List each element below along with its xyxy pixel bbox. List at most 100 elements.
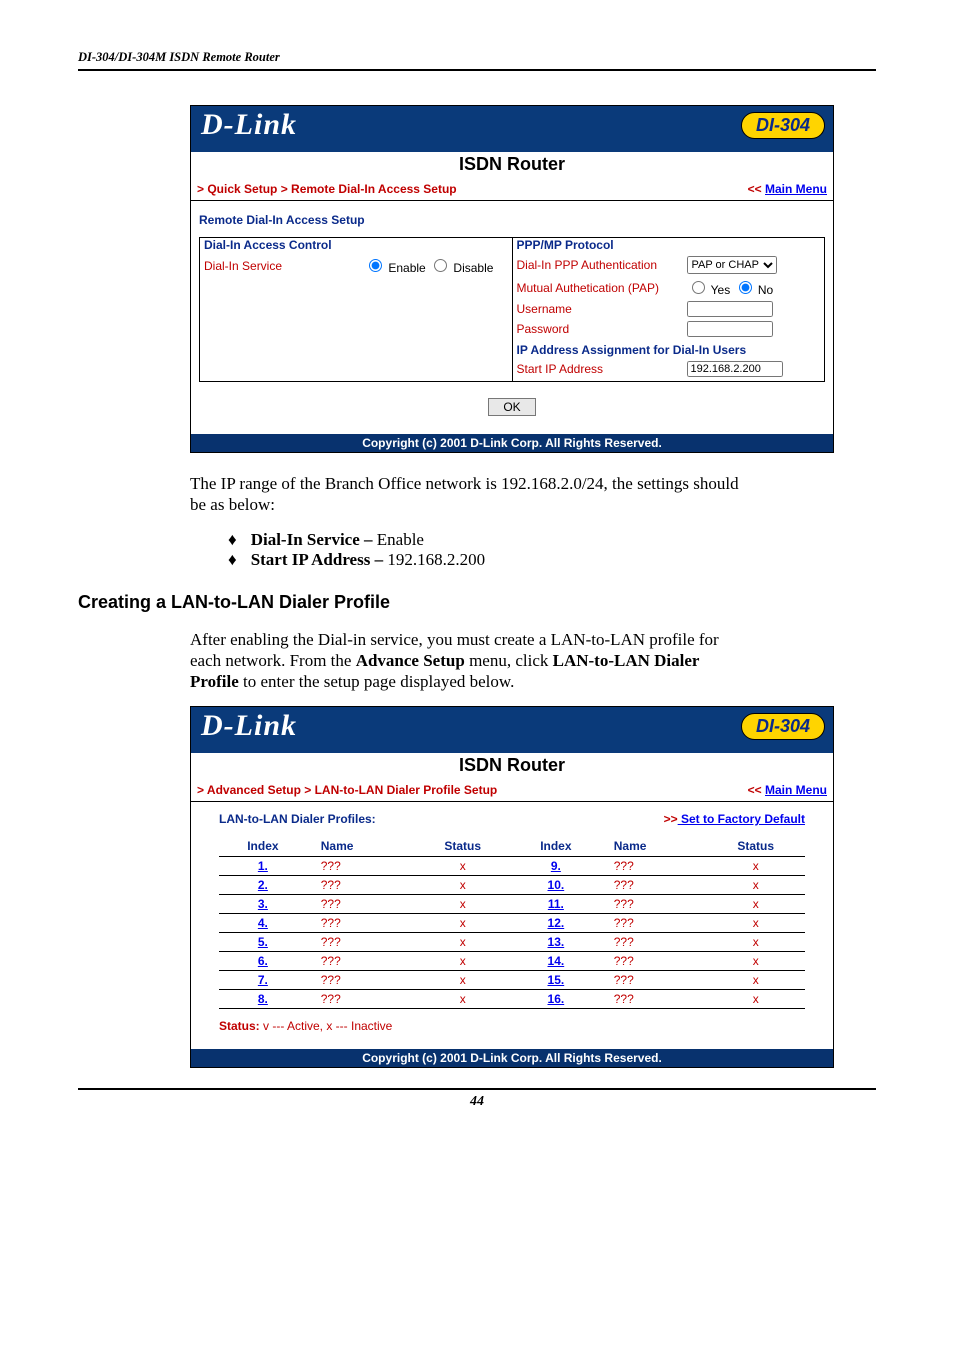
profiles-table: Index Name Status Index Name Status 1.??… — [219, 836, 805, 1009]
bullet-dial-in: Dial-In Service – Enable — [228, 530, 876, 550]
profile-name: ??? — [307, 933, 414, 952]
profile-status: x — [706, 971, 805, 990]
ppp-auth-select[interactable]: PAP or CHAP — [687, 256, 777, 274]
dial-in-disable-radio[interactable] — [434, 259, 447, 272]
profile-index: 12. — [512, 914, 600, 933]
ppp-auth-label: Dial-In PPP Authentication — [517, 258, 687, 272]
profile-link[interactable]: 14. — [548, 954, 565, 968]
profile-status: x — [706, 952, 805, 971]
yes-text: Yes — [711, 283, 731, 297]
main-menu-link-wrap: << Main Menu — [748, 783, 827, 797]
panel-subheader: ISDN Router — [191, 152, 833, 178]
profiles-label: LAN-to-LAN Dialer Profiles: — [219, 812, 376, 826]
profile-index: 16. — [512, 990, 600, 1009]
breadcrumb-row: > Advanced Setup > LAN-to-LAN Dialer Pro… — [191, 779, 833, 802]
router-panel-remote-dialin: D-Link DI-304 ISDN Router > Quick Setup … — [190, 105, 834, 453]
table-row: 1.???x9.???x — [219, 857, 805, 876]
dial-in-access-title: Dial-In Access Control — [204, 238, 508, 252]
col-ppp-mp: PPP/MP Protocol Dial-In PPP Authenticati… — [513, 238, 825, 381]
profile-name: ??? — [600, 876, 707, 895]
password-input[interactable] — [687, 321, 773, 337]
username-input[interactable] — [687, 301, 773, 317]
col-dial-in-access: Dial-In Access Control Dial-In Service E… — [200, 238, 513, 381]
section-title: Remote Dial-In Access Setup — [199, 213, 825, 227]
mutual-no[interactable]: No — [734, 283, 774, 297]
profile-link[interactable]: 10. — [548, 878, 565, 892]
enable-text: Enable — [388, 261, 425, 275]
factory-default-link[interactable]: Set to Factory Default — [678, 812, 805, 826]
factory-default-wrap: >> Set to Factory Default — [664, 812, 805, 826]
profile-status: x — [706, 990, 805, 1009]
profile-name: ??? — [600, 914, 707, 933]
main-menu-link[interactable]: Main Menu — [765, 783, 827, 797]
profile-link[interactable]: 8. — [258, 992, 268, 1006]
panel-body: Remote Dial-In Access Setup Dial-In Acce… — [191, 201, 833, 434]
profile-link[interactable]: 5. — [258, 935, 268, 949]
no-text: No — [758, 283, 773, 297]
dial-in-enable[interactable]: Enable — [364, 261, 426, 275]
profile-index: 7. — [219, 971, 307, 990]
profile-name: ??? — [600, 895, 707, 914]
profile-index: 14. — [512, 952, 600, 971]
profile-status: x — [413, 857, 512, 876]
chevron-left-icon: << — [748, 182, 762, 196]
chevron-right-icon: >> — [664, 812, 678, 826]
profile-index: 6. — [219, 952, 307, 971]
dial-in-enable-radio[interactable] — [369, 259, 382, 272]
table-row: 3.???x11.???x — [219, 895, 805, 914]
start-ip-input[interactable] — [687, 361, 783, 377]
profile-index: 4. — [219, 914, 307, 933]
profile-link[interactable]: 12. — [548, 916, 565, 930]
start-ip-label: Start IP Address — [517, 362, 687, 376]
dial-in-disable[interactable]: Disable — [429, 261, 493, 275]
router-panel-lan-profiles: D-Link DI-304 ISDN Router > Advanced Set… — [190, 706, 834, 1068]
profile-name: ??? — [600, 990, 707, 1009]
table-row: 7.???x15.???x — [219, 971, 805, 990]
dial-in-service-label: Dial-In Service — [204, 259, 364, 273]
mutual-no-radio[interactable] — [739, 281, 752, 294]
profile-name: ??? — [307, 971, 414, 990]
profile-link[interactable]: 16. — [548, 992, 565, 1006]
panel-header: D-Link DI-304 — [191, 106, 833, 152]
profile-index: 2. — [219, 876, 307, 895]
ok-button[interactable]: OK — [488, 398, 535, 416]
profile-link[interactable]: 7. — [258, 973, 268, 987]
profile-link[interactable]: 15. — [548, 973, 565, 987]
main-menu-link[interactable]: Main Menu — [765, 182, 827, 196]
bullet-start-ip: Start IP Address – 192.168.2.200 — [228, 550, 876, 570]
profile-name: ??? — [307, 857, 414, 876]
running-head: DI-304/DI-304M ISDN Remote Router — [78, 50, 876, 67]
profile-status: x — [706, 895, 805, 914]
profile-status: x — [706, 857, 805, 876]
profile-status: x — [413, 895, 512, 914]
password-label: Password — [517, 322, 687, 336]
model-badge: DI-304 — [741, 713, 825, 740]
mutual-yes-radio[interactable] — [692, 281, 705, 294]
mutual-yes[interactable]: Yes — [687, 283, 731, 297]
dial-in-service-ctrl: Enable Disable — [364, 256, 493, 275]
main-menu-link-wrap: << Main Menu — [748, 182, 827, 196]
ip-assignment-title: IP Address Assignment for Dial-In Users — [517, 343, 821, 357]
profile-status: x — [706, 914, 805, 933]
panel-subheader: ISDN Router — [191, 753, 833, 779]
table-row: 6.???x14.???x — [219, 952, 805, 971]
profile-link[interactable]: 11. — [548, 897, 564, 911]
panel-header: D-Link DI-304 — [191, 707, 833, 753]
profile-link[interactable]: 9. — [551, 859, 561, 873]
profile-index: 1. — [219, 857, 307, 876]
th-name: Name — [600, 836, 707, 857]
profile-link[interactable]: 2. — [258, 878, 268, 892]
table-row: 4.???x12.???x — [219, 914, 805, 933]
profile-status: x — [413, 914, 512, 933]
status-legend: Status: v --- Active, x --- Inactive — [219, 1019, 805, 1033]
profile-name: ??? — [307, 895, 414, 914]
table-row: 5.???x13.???x — [219, 933, 805, 952]
profiles-header-row: LAN-to-LAN Dialer Profiles: >> Set to Fa… — [191, 802, 833, 830]
profile-link[interactable]: 6. — [258, 954, 268, 968]
profile-link[interactable]: 13. — [548, 935, 565, 949]
profile-link[interactable]: 4. — [258, 916, 268, 930]
profile-link[interactable]: 1. — [258, 859, 268, 873]
profile-status: x — [413, 933, 512, 952]
profile-status: x — [706, 933, 805, 952]
profile-link[interactable]: 3. — [258, 897, 268, 911]
